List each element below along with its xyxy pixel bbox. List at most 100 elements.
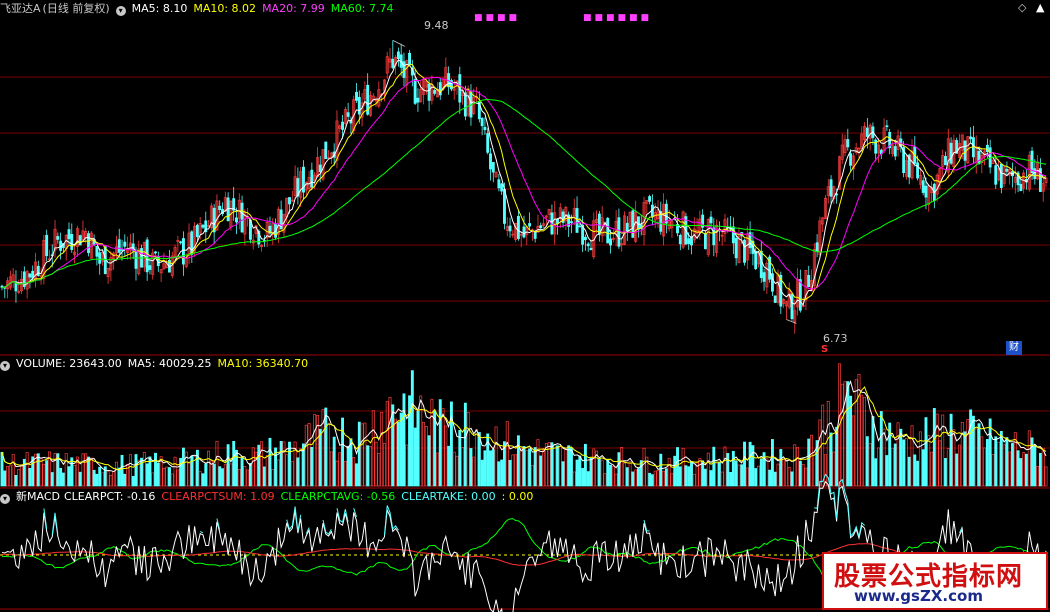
volume-bar [985, 439, 989, 487]
volume-bar [530, 464, 534, 487]
period-label[interactable]: (日线 前复权) [43, 2, 110, 15]
volume-bar [352, 457, 356, 487]
volume-bar [960, 421, 964, 487]
candle-body [921, 180, 925, 193]
volume-bar [609, 464, 612, 487]
candle-body [969, 136, 973, 140]
volume-bar [1008, 451, 1012, 487]
chart-canvas [0, 39, 1050, 612]
volume-bar [218, 466, 222, 487]
volume-bar [332, 436, 336, 487]
candle-body [433, 89, 437, 94]
volume-bar [335, 460, 339, 487]
candle-body [1030, 150, 1034, 174]
candle-body [154, 251, 157, 254]
price-panel-header: 飞亚达A (日线 前复权) ▾ MA5: 8.10 MA10: 8.02 MA20: 7.… [0, 1, 400, 17]
candle-body [396, 51, 400, 59]
volume-bar [475, 429, 478, 487]
volume-bar [1033, 445, 1037, 487]
candle-body [497, 179, 501, 189]
clearpctavg-value: CLEARPCTAVG: -0.56 [280, 490, 396, 503]
volume-bar [413, 427, 417, 487]
stock-name[interactable]: 飞亚达A [0, 2, 41, 15]
volume-bar [676, 447, 679, 487]
candle-body [190, 231, 194, 255]
high-pointer [392, 39, 405, 47]
candle-body [1005, 168, 1009, 172]
volume-bar [441, 408, 445, 487]
volume-bar [145, 463, 149, 487]
volume-bar [3, 470, 7, 487]
volume-bar [355, 463, 358, 487]
volume-bar [109, 474, 113, 487]
volume-bar [265, 455, 269, 487]
event-markers: ■■■■ [474, 13, 521, 23]
volume-bar [542, 449, 545, 487]
volume-bar [134, 454, 138, 487]
volume-bar [500, 459, 504, 487]
volume-bar [449, 401, 453, 487]
volume-bar [681, 448, 685, 487]
volume-bar [346, 445, 350, 487]
volume-bar [246, 469, 250, 487]
volume-bar [969, 409, 973, 487]
candle-body [583, 236, 587, 241]
volume-bar [399, 412, 403, 487]
candle-body [318, 164, 322, 173]
volume-bar [734, 460, 738, 487]
volume-bar [243, 466, 247, 487]
candle-body [36, 265, 40, 276]
ma60-value: MA60: 7.74 [330, 2, 394, 15]
volume-bar [567, 445, 571, 487]
candle-body [134, 252, 138, 269]
collapse-icon[interactable]: ▾ [115, 6, 126, 16]
candle-body [181, 238, 185, 265]
volume-bar [511, 454, 515, 487]
finance-badge[interactable]: 财 [1006, 341, 1022, 355]
candle-body [463, 92, 467, 117]
volume-bar [885, 455, 889, 487]
volume-bar [860, 394, 864, 487]
diamond-icon[interactable]: ◇ [1018, 2, 1026, 14]
volume-bar [237, 468, 241, 487]
candle-body [123, 241, 127, 247]
volume-bar [1027, 430, 1031, 487]
volume-bar [709, 470, 713, 487]
volume-bar [114, 461, 118, 487]
volume-bar [458, 430, 462, 487]
volume-bar [1022, 452, 1026, 487]
volume-bar [994, 436, 998, 487]
indicator-name[interactable]: 新MACD [16, 490, 60, 503]
volume-bar [891, 447, 894, 487]
candle-body [586, 243, 590, 247]
volume-bar [879, 411, 883, 487]
volume-bar [410, 370, 414, 487]
volume-bar [807, 438, 811, 487]
volume-bar [997, 441, 1000, 487]
volume-bar [469, 448, 473, 487]
candle-body [235, 217, 238, 223]
volume-bar [363, 422, 367, 487]
volume-bar [642, 447, 646, 487]
volume-bar [204, 463, 208, 487]
volume-bar [198, 471, 202, 487]
up-arrow-icon[interactable]: ▲ [1036, 2, 1044, 14]
volume-bar [832, 451, 836, 487]
volume-bar [1005, 437, 1009, 487]
volume-bar [586, 471, 590, 487]
volume-bar [835, 426, 839, 487]
volume-bar [64, 453, 68, 487]
volume-bar [131, 476, 135, 487]
collapse-icon[interactable]: ▾ [0, 494, 10, 504]
volume-bar [980, 436, 984, 487]
candle-body [324, 141, 328, 160]
volume-bar [402, 393, 406, 487]
volume-bar [687, 466, 691, 487]
candle-body [413, 79, 417, 104]
volume-bar [1038, 452, 1042, 487]
volume-bar [343, 461, 347, 487]
collapse-icon[interactable]: ▾ [0, 361, 10, 371]
candle-body [179, 241, 183, 244]
volume-bar [525, 450, 529, 487]
volume-bar [422, 422, 425, 487]
